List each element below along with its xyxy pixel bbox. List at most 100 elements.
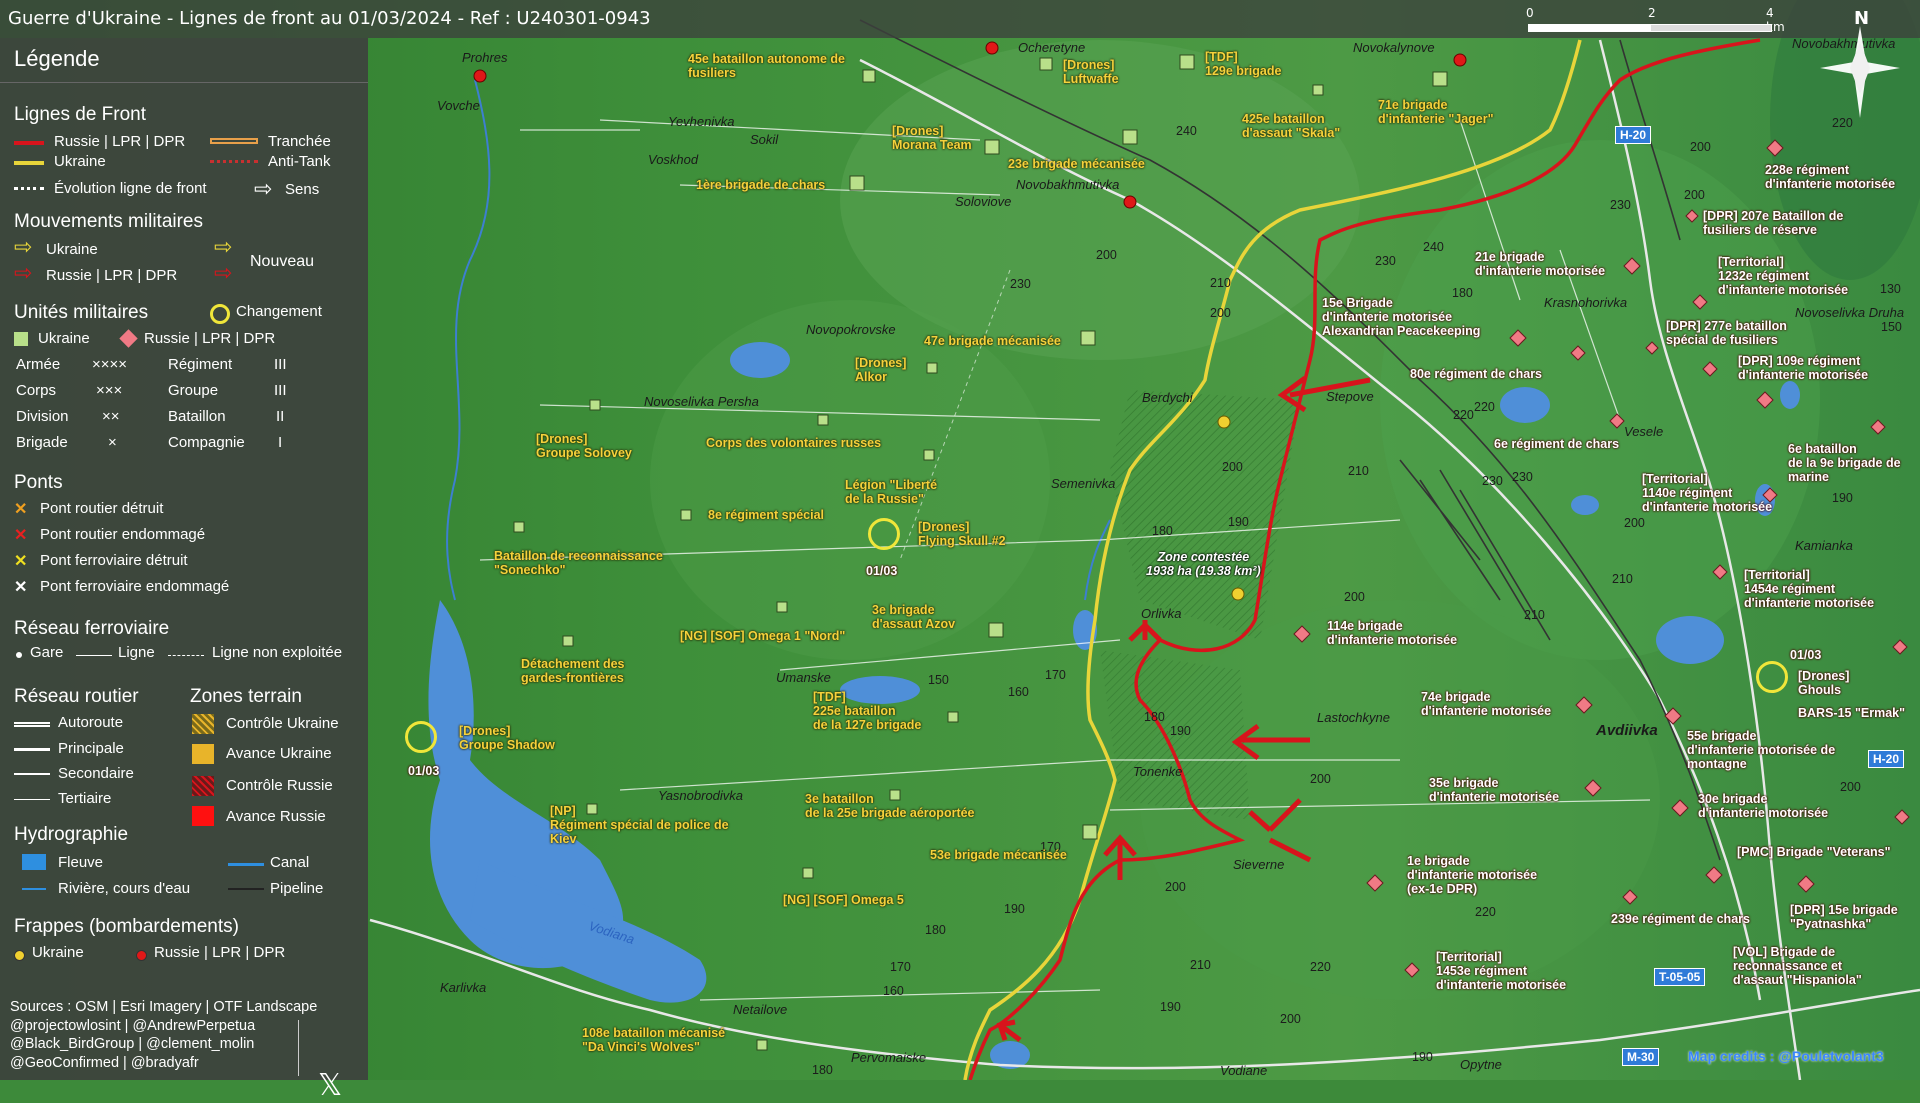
ua-unit-label[interactable]: 425e bataillon d'assaut "Skala" xyxy=(1242,112,1340,140)
elevation-label: 200 xyxy=(1624,516,1645,530)
ru-unit-label[interactable]: 228e régiment d'infanterie motorisée xyxy=(1765,163,1895,191)
legend-units-ukraine: Ukraine xyxy=(38,330,90,347)
ru-unit-label[interactable]: 35e brigade d'infanterie motorisée xyxy=(1429,776,1559,804)
elevation-label: 200 xyxy=(1684,188,1705,202)
legend-zone-item: Avance Russie xyxy=(226,808,326,825)
place-novokalynove: Novokalynove xyxy=(1353,40,1435,55)
ru-unit-label[interactable]: [Territorial] 1232e régiment d'infanteri… xyxy=(1718,255,1848,297)
source-line: @Black_BirdGroup | @clement_molin xyxy=(10,1036,255,1052)
ru-unit-label[interactable]: [Territorial] 1140e régiment d'infanteri… xyxy=(1642,472,1772,514)
change-marker[interactable] xyxy=(405,721,437,753)
legend-panel: Légende Lignes de Front Russie | LPR | D… xyxy=(0,38,368,1103)
ru-move-arrow-icon: ⇨ xyxy=(14,260,33,285)
ru-unit-label[interactable]: [Drones] Ghouls xyxy=(1798,669,1849,697)
ru-unit-label[interactable]: 6e bataillon de la 9e brigade de marine xyxy=(1788,442,1901,484)
ua-unit-label[interactable]: [NP] Régiment spécial de police de Kiev xyxy=(550,804,729,846)
elevation-label: 170 xyxy=(1045,668,1066,682)
change-marker[interactable] xyxy=(1756,661,1788,693)
place-voskhod: Voskhod xyxy=(648,152,699,167)
ua-unit-label[interactable]: 45e bataillon autonome de fusiliers xyxy=(688,52,845,80)
echelon-symbol: ××× xyxy=(96,382,123,399)
elevation-label: 200 xyxy=(1165,880,1186,894)
ua-unit-label[interactable]: 1ère brigade de chars xyxy=(696,178,825,192)
ru-unit-label[interactable]: [Territorial] 1453e régiment d'infanteri… xyxy=(1436,950,1566,992)
contested-zone-label: Zone contestée 1938 ha (19.38 km²) xyxy=(1146,550,1261,578)
legend-strike-russia: Russie | LPR | DPR xyxy=(154,944,286,961)
ru-unit-label[interactable]: 239e régiment de chars xyxy=(1611,912,1750,926)
ua-unit-label[interactable]: [TDF] 129e brigade xyxy=(1205,50,1281,78)
ru-unit-label[interactable]: [DPR] 15e brigade "Pyatnashka" xyxy=(1790,903,1898,931)
legend-section-strikes: Frappes (bombardements) xyxy=(14,916,239,937)
ua-unit-label[interactable]: Détachement des gardes-frontières xyxy=(521,657,625,685)
ua-unit-label[interactable]: 108e bataillon mécanisé "Da Vinci's Wolv… xyxy=(582,1026,725,1054)
ua-unit-label[interactable]: [Drones] Groupe Solovey xyxy=(536,432,632,460)
ua-unit-label[interactable]: [TDF] 225e bataillon de la 127e brigade xyxy=(813,690,921,732)
ua-unit-label[interactable]: [Drones] Flying Skull #2 xyxy=(918,520,1006,548)
ru-unit-label[interactable]: [DPR] 277e bataillon spécial de fusilier… xyxy=(1666,319,1787,347)
echelon-symbol: ×× xyxy=(102,408,120,425)
legend-rail-line: Ligne xyxy=(118,644,155,661)
ru-unit-label[interactable]: [VOL] Brigade de reconnaissance et d'ass… xyxy=(1733,945,1862,987)
ua-unit-label[interactable]: Légion "Liberté de la Russie" xyxy=(845,478,937,506)
echelon-symbol: III xyxy=(274,382,287,399)
x-logo-icon[interactable]: 𝕏 xyxy=(318,1068,342,1103)
legend-front-direction: Sens xyxy=(285,181,320,198)
ru-unit-label[interactable]: [DPR] 109e régiment d'infanterie motoris… xyxy=(1738,354,1868,382)
ua-unit-label[interactable]: Corps des volontaires russes xyxy=(706,436,881,450)
echelon-name: Régiment xyxy=(168,356,233,373)
ua-unit-label[interactable]: [Drones] Groupe Shadow xyxy=(459,724,555,752)
place-netailove: Netailove xyxy=(733,1002,788,1017)
arrow-right-icon: ⇨ xyxy=(254,176,273,201)
ua-unit-label[interactable]: [NG] [SOF] Omega 5 xyxy=(783,893,904,907)
elevation-label: 210 xyxy=(1612,572,1633,586)
ru-unit-label[interactable]: 74e brigade d'infanterie motorisée xyxy=(1421,690,1551,718)
ua-unit-label[interactable]: 23e brigade mécanisée xyxy=(1008,157,1145,171)
ua-move-arrow-icon: ⇨ xyxy=(14,234,33,259)
ru-unit-label[interactable]: 6e régiment de chars xyxy=(1494,437,1619,451)
elevation-label: 200 xyxy=(1690,140,1711,154)
ua-unit-label[interactable]: [NG] [SOF] Omega 1 "Nord" xyxy=(680,629,845,643)
ru-unit-label[interactable]: 21e brigade d'infanterie motorisée xyxy=(1475,250,1605,278)
ua-unit-label[interactable]: 53e brigade mécanisée xyxy=(930,848,1067,862)
legend-bridge-item: Pont routier détruit xyxy=(40,500,164,517)
place-vovche: Vovche xyxy=(437,98,480,113)
legend-road-item: Tertiaire xyxy=(58,790,112,807)
echelon-name: Division xyxy=(16,408,69,425)
new-ru-arrow-icon: ⇨ xyxy=(214,260,233,285)
elevation-label: 200 xyxy=(1310,772,1331,786)
place-novopokrovske: Novopokrovske xyxy=(806,322,896,337)
elevation-label: 230 xyxy=(1482,474,1503,488)
legend-hydro-stream: Rivière, cours d'eau xyxy=(58,880,191,897)
ru-unit-label[interactable]: [DPR] 207e Bataillon de fusiliers de rés… xyxy=(1703,209,1843,237)
echelon-symbol: I xyxy=(278,434,283,451)
elevation-label: 180 xyxy=(812,1063,833,1077)
rail-bridge-destroyed-icon: ✕ xyxy=(14,553,28,570)
ua-unit-label[interactable]: 47e brigade mécanisée xyxy=(924,334,1061,348)
ua-unit-label[interactable]: 8e régiment spécial xyxy=(708,508,824,522)
ua-unit-label[interactable]: 71e brigade d'infanterie "Jager" xyxy=(1378,98,1494,126)
ua-unit-label[interactable]: 3e brigade d'assaut Azov xyxy=(872,603,955,631)
ua-unit-label[interactable]: [Drones] Luftwaffe xyxy=(1063,58,1119,86)
elevation-label: 200 xyxy=(1096,248,1117,262)
ua-unit-label[interactable]: [Drones] Morana Team xyxy=(892,124,972,152)
change-marker[interactable] xyxy=(868,518,900,550)
place-orlivka: Orlivka xyxy=(1141,606,1182,621)
ua-unit-label[interactable]: [Drones] Alkor xyxy=(855,356,906,384)
place-stepove: Stepove xyxy=(1326,389,1374,404)
ua-unit-label[interactable]: 3e bataillon de la 25e brigade aéroporté… xyxy=(805,792,975,820)
ru-unit-label[interactable]: [PMC] Brigade "Veterans" xyxy=(1737,845,1891,859)
place-sokil: Sokil xyxy=(750,132,779,147)
ru-unit-label[interactable]: [Territorial] 1454e régiment d'infanteri… xyxy=(1744,568,1874,610)
ru-unit-label[interactable]: 30e brigade d'infanterie motorisée xyxy=(1698,792,1828,820)
ru-unit-label[interactable]: 80e régiment de chars xyxy=(1410,367,1542,381)
echelon-name: Compagnie xyxy=(168,434,245,451)
echelon-symbol: ×××× xyxy=(92,356,128,373)
ru-unit-label[interactable]: 15e Brigade d'infanterie motorisée Alexa… xyxy=(1322,296,1480,338)
ru-unit-label[interactable]: 1e brigade d'infanterie motorisée (ex-1e… xyxy=(1407,854,1537,896)
ru-unit-label[interactable]: BARS-15 "Ermak" xyxy=(1798,706,1905,720)
ru-unit-label[interactable]: 55e brigade d'infanterie motorisée de mo… xyxy=(1687,729,1835,771)
river-swatch xyxy=(22,854,46,870)
ua-unit-label[interactable]: Bataillon de reconnaissance "Sonechko" xyxy=(494,549,663,577)
ru-unit-label[interactable]: 114e brigade d'infanterie motorisée xyxy=(1327,619,1457,647)
map-credits[interactable]: Map credits : @Pouletvolant3 xyxy=(1688,1048,1884,1064)
